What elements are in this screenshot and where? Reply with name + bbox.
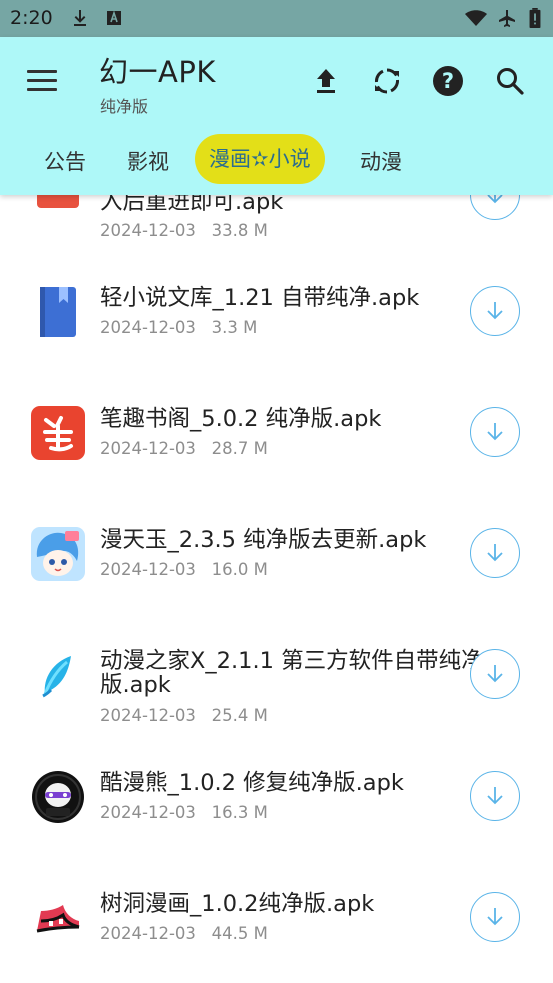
file-name: 漫天玉_2.3.5 纯净版去更新.apk — [100, 527, 427, 553]
list-item[interactable]: 动漫之家X_2.1.1 第三方软件自带纯净版.apk 2024-12-03 25… — [0, 621, 553, 751]
file-size: 25.4 M — [211, 706, 268, 725]
category-tabs: 公告 影视 漫画✫小说 动漫 — [0, 134, 553, 187]
file-date: 2024-12-03 — [100, 318, 196, 337]
menu-icon-line — [27, 79, 57, 82]
help-button[interactable]: ? — [430, 63, 466, 99]
menu-icon-line — [27, 70, 57, 73]
download-arrow-icon — [487, 908, 503, 926]
tab-anime[interactable]: 动漫 — [348, 137, 414, 187]
tab-comics-novels[interactable]: 漫画✫小说 — [195, 134, 325, 184]
list-item[interactable]: 树洞漫画_1.0.2纯净版.apk 2024-12-03 44.5 M — [0, 864, 553, 974]
download-button[interactable] — [470, 528, 520, 578]
download-arrow-icon — [487, 423, 503, 441]
file-meta: 2024-12-03 16.3 M — [100, 803, 268, 822]
bear-icon — [32, 771, 84, 823]
file-meta: 2024-12-03 28.7 M — [100, 439, 268, 458]
file-size: 44.5 M — [211, 924, 268, 943]
download-arrow-icon — [487, 544, 503, 562]
menu-icon-line — [27, 88, 57, 91]
app-title: 幻一APK — [99, 55, 216, 89]
file-size: 3.3 M — [211, 318, 258, 337]
list-item[interactable]: 漫天玉_2.3.5 纯净版去更新.apk 2024-12-03 16.0 M — [0, 500, 553, 610]
file-date: 2024-12-03 — [100, 706, 196, 725]
download-button[interactable] — [470, 771, 520, 821]
file-size: 16.3 M — [211, 803, 268, 822]
shudong-icon — [36, 905, 80, 933]
file-name: 笔趣书阁_5.0.2 纯净版.apk — [100, 406, 382, 432]
menu-button[interactable] — [24, 67, 60, 95]
tab-announcement[interactable]: 公告 — [32, 137, 98, 187]
list-item[interactable]: 轻小说文库_1.21 自带纯净.apk 2024-12-03 3.3 M — [0, 258, 553, 368]
app-bar: 幻一APK 纯净版 ? 公告 影视 漫画✫小说 动漫 — [0, 37, 553, 195]
download-button[interactable] — [470, 286, 520, 336]
download-arrow-icon — [487, 787, 503, 805]
file-meta: 2024-12-03 16.0 M — [100, 560, 268, 579]
file-meta: 2024-12-03 3.3 M — [100, 318, 257, 337]
anime-girl-icon — [31, 527, 85, 581]
file-size: 16.0 M — [211, 560, 268, 579]
file-name: 动漫之家X_2.1.1 第三方软件自带纯净版.apk — [100, 648, 484, 698]
file-size: 28.7 M — [211, 439, 268, 458]
download-arrow-icon — [487, 302, 503, 320]
file-date: 2024-12-03 — [100, 803, 196, 822]
file-meta: 2024-12-03 44.5 M — [100, 924, 268, 943]
download-arrow-icon — [487, 665, 503, 683]
blue-book-icon — [40, 287, 76, 337]
download-button[interactable] — [470, 892, 520, 942]
upload-button[interactable] — [308, 63, 344, 99]
app-subtitle: 纯净版 — [100, 97, 149, 116]
feather-icon — [42, 656, 71, 698]
refresh-button[interactable] — [369, 63, 405, 99]
file-name: 树洞漫画_1.0.2纯净版.apk — [100, 891, 375, 917]
file-meta: 2024-12-03 33.8 M — [100, 221, 268, 240]
file-date: 2024-12-03 — [100, 221, 196, 240]
biqu-brush-icon — [31, 406, 85, 460]
file-name: 轻小说文库_1.21 自带纯净.apk — [100, 285, 420, 311]
file-size: 33.8 M — [211, 221, 268, 240]
file-name: 酷漫熊_1.0.2 修复纯净版.apk — [100, 770, 404, 796]
file-date: 2024-12-03 — [100, 924, 196, 943]
file-date: 2024-12-03 — [100, 439, 196, 458]
file-date: 2024-12-03 — [100, 560, 196, 579]
file-meta: 2024-12-03 25.4 M — [100, 706, 268, 725]
download-button[interactable] — [470, 407, 520, 457]
list-item[interactable]: 酷漫熊_1.0.2 修复纯净版.apk 2024-12-03 16.3 M — [0, 743, 553, 853]
list-item[interactable]: 笔趣书阁_5.0.2 纯净版.apk 2024-12-03 28.7 M — [0, 379, 553, 489]
search-button[interactable] — [492, 63, 528, 99]
tab-movies[interactable]: 影视 — [115, 137, 181, 187]
svg-text:?: ? — [442, 69, 454, 93]
download-button[interactable] — [470, 649, 520, 699]
